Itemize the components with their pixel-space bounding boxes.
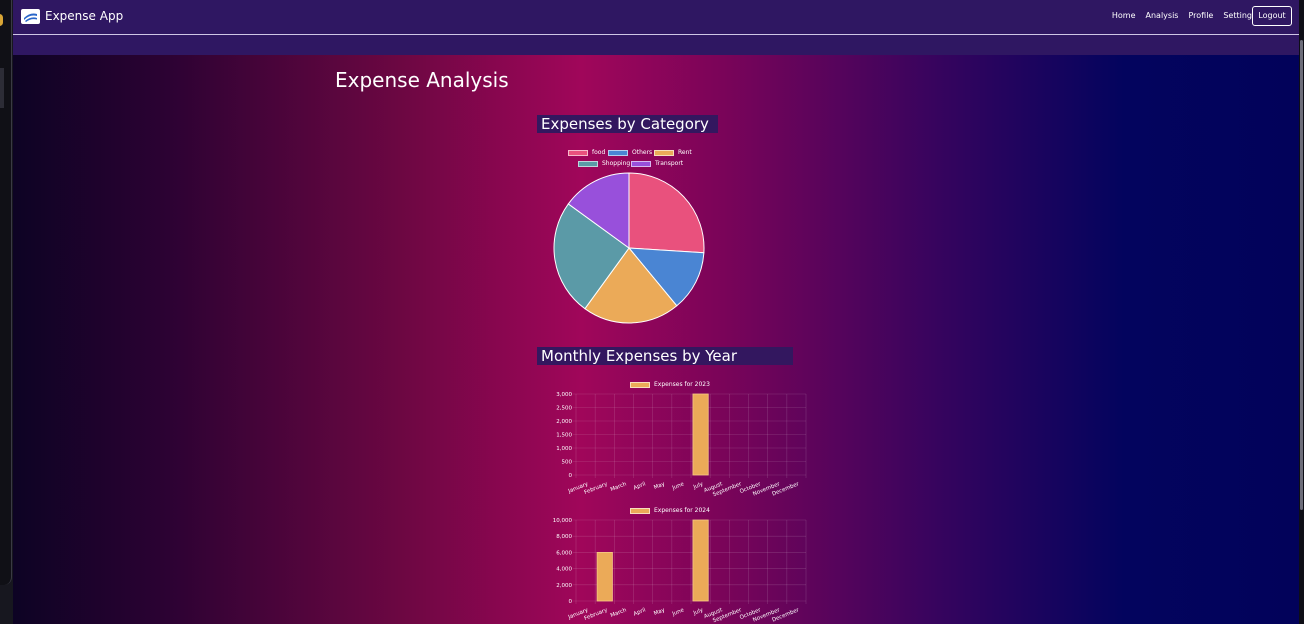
left-edge-handle[interactable] [0, 68, 4, 108]
app-window: Expense App Home Analysis Profile Settin… [13, 0, 1304, 624]
bar-chart-2023: 05001,0001,5002,0002,5003,000JanuaryFebr… [556, 392, 807, 498]
legend-item-transport[interactable]: Transport [631, 160, 683, 167]
y-tick-label: 6,000 [556, 550, 572, 556]
y-tick-label: 10,000 [553, 518, 573, 524]
legend-swatch-rent [654, 149, 674, 156]
nav-setting[interactable]: Setting [1223, 11, 1252, 21]
monthly-heading: Monthly Expenses by Year [537, 347, 793, 365]
y-tick-label: 0 [569, 599, 573, 605]
x-tick-label: June [671, 607, 686, 618]
legend-item-shopping[interactable]: Shopping [578, 160, 630, 167]
bar-2023-july[interactable] [692, 393, 709, 476]
legend-swatch-transport [631, 160, 651, 167]
y-tick-label: 0 [569, 473, 573, 479]
x-tick-label: April [633, 607, 647, 617]
category-pie-chart [553, 172, 705, 324]
bar-2024-july[interactable] [692, 519, 709, 602]
navbar-subbar [13, 35, 1304, 55]
y-tick-label: 1,000 [556, 446, 572, 452]
left-edge-panel [0, 0, 12, 585]
navbar: Expense App Home Analysis Profile Settin… [13, 0, 1304, 35]
legend-label-transport: Transport [655, 160, 684, 167]
legend-swatch-shopping [578, 160, 598, 167]
brand[interactable]: Expense App [21, 7, 123, 25]
nav-links: Home Analysis Profile Setting [1112, 11, 1252, 21]
legend-label-rent: Rent [678, 149, 692, 156]
bar-chart-2024: 02,0004,0006,0008,00010,000JanuaryFebrua… [553, 518, 807, 624]
x-tick-label: May [653, 607, 666, 617]
y-tick-label: 500 [562, 460, 573, 466]
legend-item-rent[interactable]: Rent [654, 149, 692, 156]
nav-home[interactable]: Home [1112, 11, 1136, 21]
brand-name[interactable]: Expense App [45, 7, 123, 25]
y-tick-label: 1,500 [556, 433, 572, 439]
x-tick-label: March [610, 481, 628, 493]
scrollbar[interactable] [1299, 0, 1304, 624]
x-tick-label: April [633, 481, 647, 491]
y-tick-label: 2,000 [556, 419, 572, 425]
nav-analysis[interactable]: Analysis [1146, 11, 1179, 21]
category-heading: Expenses by Category [537, 115, 718, 133]
y-tick-label: 3,000 [556, 392, 572, 398]
left-desktop-strip [0, 0, 13, 624]
notification-dot-icon [0, 14, 3, 26]
page-title: Expense Analysis [335, 68, 509, 92]
x-tick-label: May [653, 481, 666, 491]
legend-label-food: food [592, 149, 606, 156]
nav-profile[interactable]: Profile [1188, 11, 1213, 21]
logout-button[interactable]: Logout [1252, 6, 1292, 26]
y-tick-label: 2,000 [556, 583, 572, 589]
legend-label-shopping: Shopping [602, 160, 631, 167]
legend-label-others: Others [632, 149, 653, 156]
pie-slice-food[interactable] [628, 172, 705, 254]
expense-app-logo-icon [21, 8, 40, 24]
legend-swatch-food [568, 149, 588, 156]
x-tick-label: March [610, 607, 628, 619]
y-tick-label: 8,000 [556, 534, 572, 540]
scrollbar-thumb[interactable] [1300, 40, 1303, 510]
bar-2024-february[interactable] [596, 552, 613, 602]
legend-item-food[interactable]: food [568, 149, 605, 156]
y-tick-label: 2,500 [556, 406, 572, 412]
x-tick-label: June [671, 481, 686, 492]
legend-swatch-others [608, 149, 628, 156]
legend-item-others[interactable]: Others [608, 149, 652, 156]
y-tick-label: 4,000 [556, 567, 572, 573]
